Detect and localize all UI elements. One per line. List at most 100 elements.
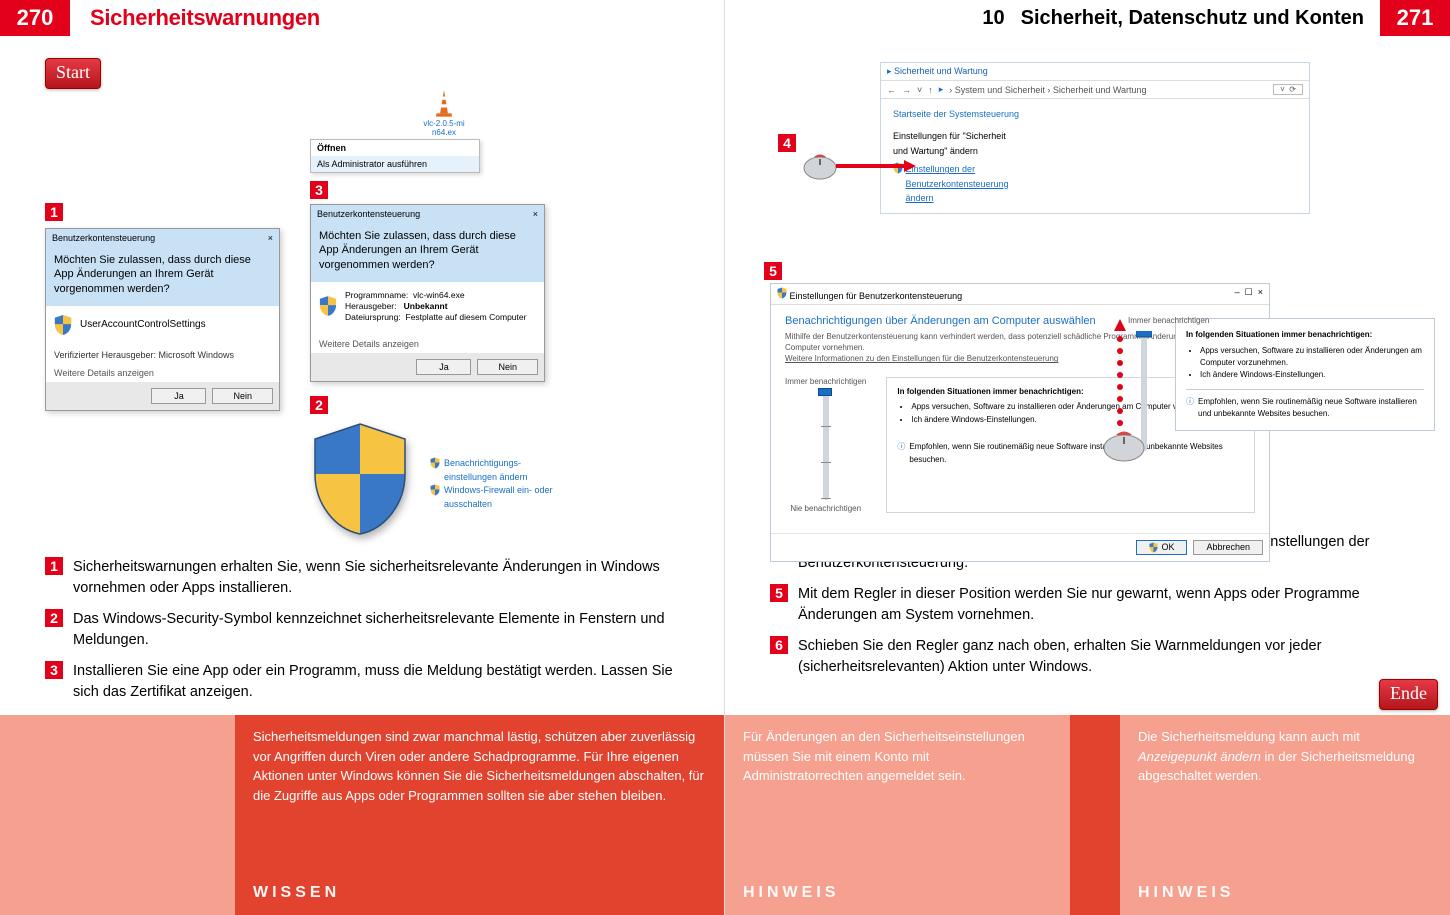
page-footer-left: Sicherheitsmeldungen sind zwar manchmal … — [0, 715, 724, 915]
vlc-filename-2: n64.ex — [432, 128, 456, 137]
zoom-title: In folgenden Situationen immer benachric… — [1186, 330, 1372, 339]
zoom-slider-label: Immer benachrichtigen — [1128, 315, 1209, 327]
zoom-a: Apps versuchen, Software zu installieren… — [1200, 345, 1424, 369]
shield-icon — [319, 295, 337, 317]
shield-icon-large — [310, 419, 410, 539]
shield-icon — [1149, 542, 1158, 553]
cancel-button[interactable]: Abbrechen — [1193, 540, 1263, 555]
uac1-no-button[interactable]: Nein — [212, 388, 273, 404]
system-control-window: ▸ Sicherheit und Wartung ← → ˅↑ ▸ › Syst… — [880, 62, 1310, 214]
badge-4: 4 — [778, 134, 796, 152]
ctx-run-as-admin[interactable]: Als Administrator ausführen — [311, 156, 479, 172]
uac3-no-button[interactable]: Nein — [477, 359, 538, 375]
flag-icon: ▸ — [887, 66, 892, 76]
uac3-pub-label: Herausgeber: — [345, 301, 397, 311]
uac1-yes-button[interactable]: Ja — [151, 388, 206, 404]
back-icon[interactable]: ← — [887, 85, 896, 95]
uac3-pub-val: Unbekannt — [404, 301, 448, 311]
hinweis2-title: HINWEIS — [1138, 881, 1234, 905]
page-271: 10 Sicherheit, Datenschutz und Konten 27… — [725, 0, 1450, 915]
window-controls[interactable]: – ☐ × — [1235, 287, 1263, 301]
context-menu: Öffnen Als Administrator ausführen — [310, 139, 480, 173]
slider-label-top: Immer benachrichtigen — [785, 377, 866, 386]
step-badge-3: 3 — [45, 661, 63, 679]
sysctrl-link-b[interactable]: Einstellungen der Benutzerkontensteuerun… — [906, 162, 1026, 205]
uac-zoom-panel: Immer benachrichtigen In folgenden Situa… — [1175, 318, 1435, 431]
uac-dialog-3: Benutzerkontensteuerung × Möchten Sie zu… — [310, 204, 545, 382]
step-5-text: Mit dem Regler in dieser Position werden… — [798, 584, 1405, 626]
page-270: 270 Sicherheitswarnungen Start 1 Benutze… — [0, 0, 725, 915]
uac3-prog-val: vlc-win64.exe — [413, 290, 465, 300]
slider-label-bottom: Nie benachrichtigen — [790, 504, 861, 513]
flag-icon: ▸ — [939, 84, 944, 95]
uac3-details[interactable]: Weitere Details anzeigen — [311, 335, 544, 353]
close-icon[interactable]: × — [268, 233, 273, 243]
chapter-name: Sicherheit, Datenschutz und Konten — [1021, 7, 1364, 30]
uac3-src-val: Festplatte auf diesem Computer — [406, 312, 527, 322]
badge-2: 2 — [310, 396, 328, 414]
badge-3: 3 — [310, 181, 328, 199]
hinweis1-body: Für Änderungen an den Sicherheitseinstel… — [743, 727, 1052, 786]
uac1-question: Möchten Sie zulassen, dass durch diese A… — [46, 247, 279, 306]
mouse-pointer-4 — [796, 148, 916, 184]
step-2-text: Das Windows-Security-Symbol kennzeichnet… — [73, 609, 679, 651]
uac3-src-label: Dateiursprung: — [345, 312, 401, 322]
uac-slider[interactable]: Immer benachrichtigen Nie benachrichtige… — [785, 377, 866, 513]
uac3-question: Möchten Sie zulassen, dass durch diese A… — [311, 223, 544, 282]
shield-icon — [430, 457, 440, 469]
chapter-title: 10 Sicherheit, Datenschutz und Konten — [725, 0, 1380, 36]
uac3-yes-button[interactable]: Ja — [416, 359, 471, 375]
vlc-filename-1: vlc-2.0.5-mi — [423, 119, 464, 128]
uac1-titlebar: Benutzerkontensteuerung — [52, 233, 155, 243]
slider-info-title: In folgenden Situationen immer benachric… — [897, 387, 1083, 396]
start-button[interactable]: Start — [45, 58, 101, 89]
page-content: Start 1 Benutzerkontensteuerung × Möchte… — [0, 36, 724, 716]
step-badge-6: 6 — [770, 636, 788, 654]
info-icon: ⓘ — [1186, 396, 1194, 420]
page-number: 270 — [0, 0, 70, 36]
zoom-b: Ich ändere Windows-Einstellungen. — [1200, 369, 1424, 381]
link-notifications[interactable]: Benachrichtigungs-einstellungen ändern — [444, 457, 554, 484]
vlc-file-icon[interactable]: vlc-2.0.5-mi n64.ex — [314, 87, 574, 137]
page-number: 271 — [1380, 0, 1450, 36]
shield-icon — [777, 287, 787, 299]
uac1-publisher: Verifizierter Herausgeber: Microsoft Win… — [46, 348, 279, 364]
shield-icon — [54, 314, 72, 336]
page-content-right: ▸ Sicherheit und Wartung ← → ˅↑ ▸ › Syst… — [725, 36, 1450, 716]
uac1-details[interactable]: Weitere Details anzeigen — [46, 364, 279, 382]
page-header: 270 Sicherheitswarnungen — [0, 0, 724, 36]
info-icon: ⓘ — [897, 441, 905, 467]
hinweis2-body: Die Sicherheitsmeldung kann auch mit Anz… — [1138, 727, 1432, 786]
zoom-recommend: Empfohlen, wenn Sie routinemäßig neue So… — [1198, 396, 1424, 420]
shield-icon — [430, 484, 440, 496]
close-icon[interactable]: × — [533, 209, 538, 219]
link-firewall[interactable]: Windows-Firewall ein- oder ausschalten — [444, 484, 574, 511]
page-footer-right: Für Änderungen an den Sicherheitseinstel… — [725, 715, 1450, 915]
sysctrl-window-title: Sicherheit und Wartung — [894, 66, 988, 76]
uacset-window-title: Einstellungen für Benutzerkontensteuerun… — [790, 291, 963, 301]
ende-button[interactable]: Ende — [1379, 679, 1438, 710]
step-badge-1: 1 — [45, 557, 63, 575]
badge-1: 1 — [45, 203, 63, 221]
step-badge-2: 2 — [45, 609, 63, 627]
forward-icon[interactable]: → — [902, 85, 911, 95]
ctx-open[interactable]: Öffnen — [311, 140, 479, 156]
sysctrl-home-link[interactable]: Startseite der Systemsteuerung — [893, 107, 1297, 121]
sysctrl-nav-bar: ← → ˅↑ ▸ › System und Sicherheit › Siche… — [881, 80, 1309, 99]
step-6-text: Schieben Sie den Regler ganz nach oben, … — [798, 636, 1405, 678]
step-badge-5: 5 — [770, 584, 788, 602]
step-list-left: 1 Sicherheitswarnungen erhalten Sie, wenn… — [45, 557, 679, 703]
mouse-pointer-6 — [1096, 422, 1152, 464]
badge-5: 5 — [764, 262, 782, 280]
page-title: Sicherheitswarnungen — [70, 0, 320, 36]
wissen-title: WISSEN — [253, 881, 340, 905]
hinweis1-title: HINWEIS — [743, 881, 839, 905]
ok-button[interactable]: OK — [1136, 540, 1187, 555]
security-link-list: Benachrichtigungs-einstellungen ändern W… — [430, 457, 574, 511]
sysctrl-breadcrumb[interactable]: › System und Sicherheit › Sicherheit und… — [949, 85, 1146, 95]
slider-recommend: Empfohlen, wenn Sie routinemäßig neue So… — [909, 441, 1244, 467]
page-header-right: 10 Sicherheit, Datenschutz und Konten 27… — [725, 0, 1450, 36]
uac1-program: UserAccountControlSettings — [80, 319, 206, 330]
wissen-body: Sicherheitsmeldungen sind zwar manchmal … — [253, 727, 706, 805]
step-1-text: Sicherheitswarnungen erhalten Sie, wenn … — [73, 557, 679, 599]
